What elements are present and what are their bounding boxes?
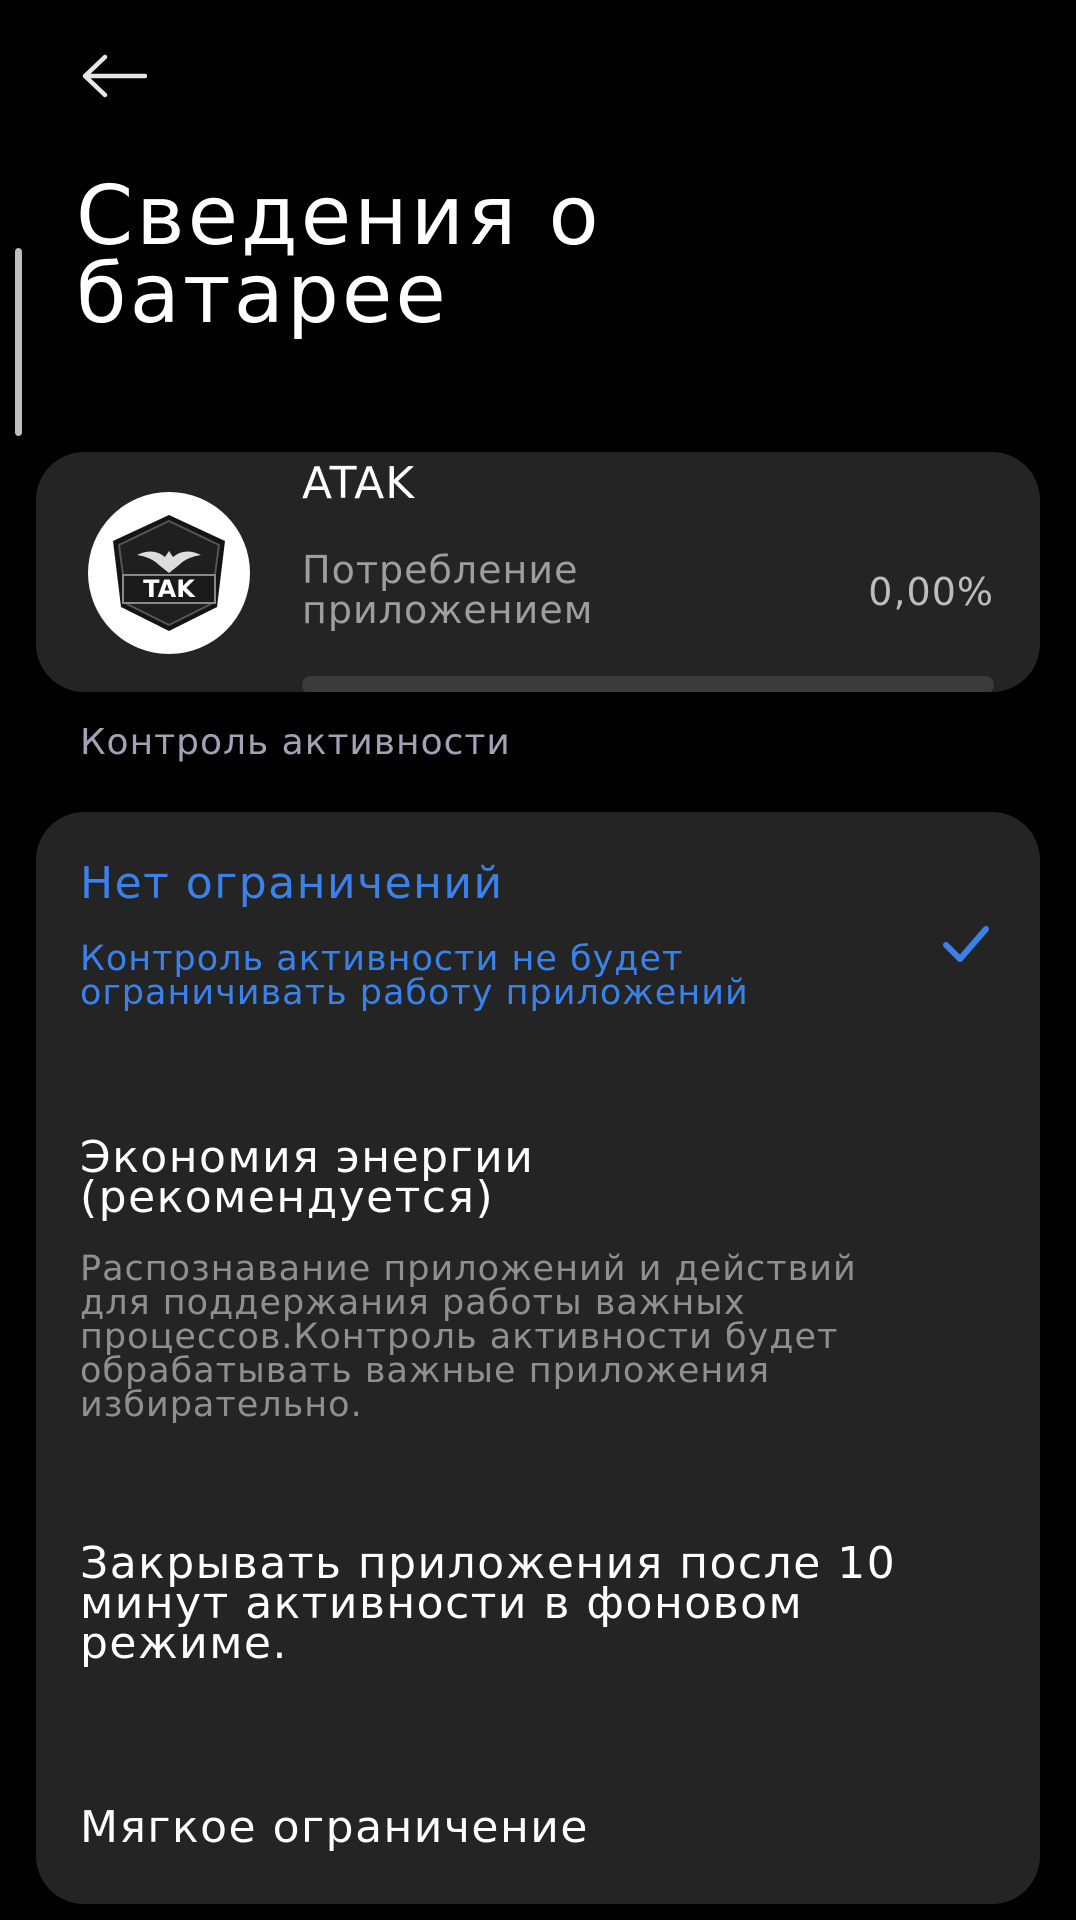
option-soft-restriction[interactable]: Мягкое ограничение [36,1772,1040,1904]
app-card: TAK ATAK Потребление приложением 0,00% [36,452,1040,692]
app-name: ATAK [302,458,416,509]
options-card: Нет ограничений Контроль активности не б… [36,812,1040,1904]
option-title: Закрывать приложения после 10 минут акти… [80,1538,897,1669]
scroll-indicator[interactable] [15,248,22,436]
option-power-saving[interactable]: Экономия энергии (рекомендуется) Распозн… [36,1092,1040,1452]
option-title: Экономия энергии (рекомендуется) [80,1132,535,1223]
back-button[interactable] [78,48,150,104]
usage-progress-bar [302,676,994,692]
app-icon-text: TAK [143,575,196,603]
option-no-restrictions[interactable]: Нет ограничений Контроль активности не б… [36,812,1040,1048]
check-icon [943,926,989,962]
arrow-left-icon [82,54,147,98]
usage-label: Потребление приложением [302,548,594,632]
page-title: Сведения о батарее [76,169,602,342]
option-description: Контроль активности не будет ограничиват… [80,939,749,1013]
section-header: Контроль активности [80,722,511,763]
option-close-after-10-min[interactable]: Закрывать приложения после 10 минут акти… [36,1512,1040,1732]
app-logo: TAK [113,515,225,631]
option-title: Мягкое ограничение [80,1802,589,1853]
usage-value: 0,00% [868,570,994,614]
option-title: Нет ограничений [80,858,504,909]
atak-app-icon: TAK [88,492,250,654]
option-description: Распознавание приложений и действий для … [80,1249,857,1425]
